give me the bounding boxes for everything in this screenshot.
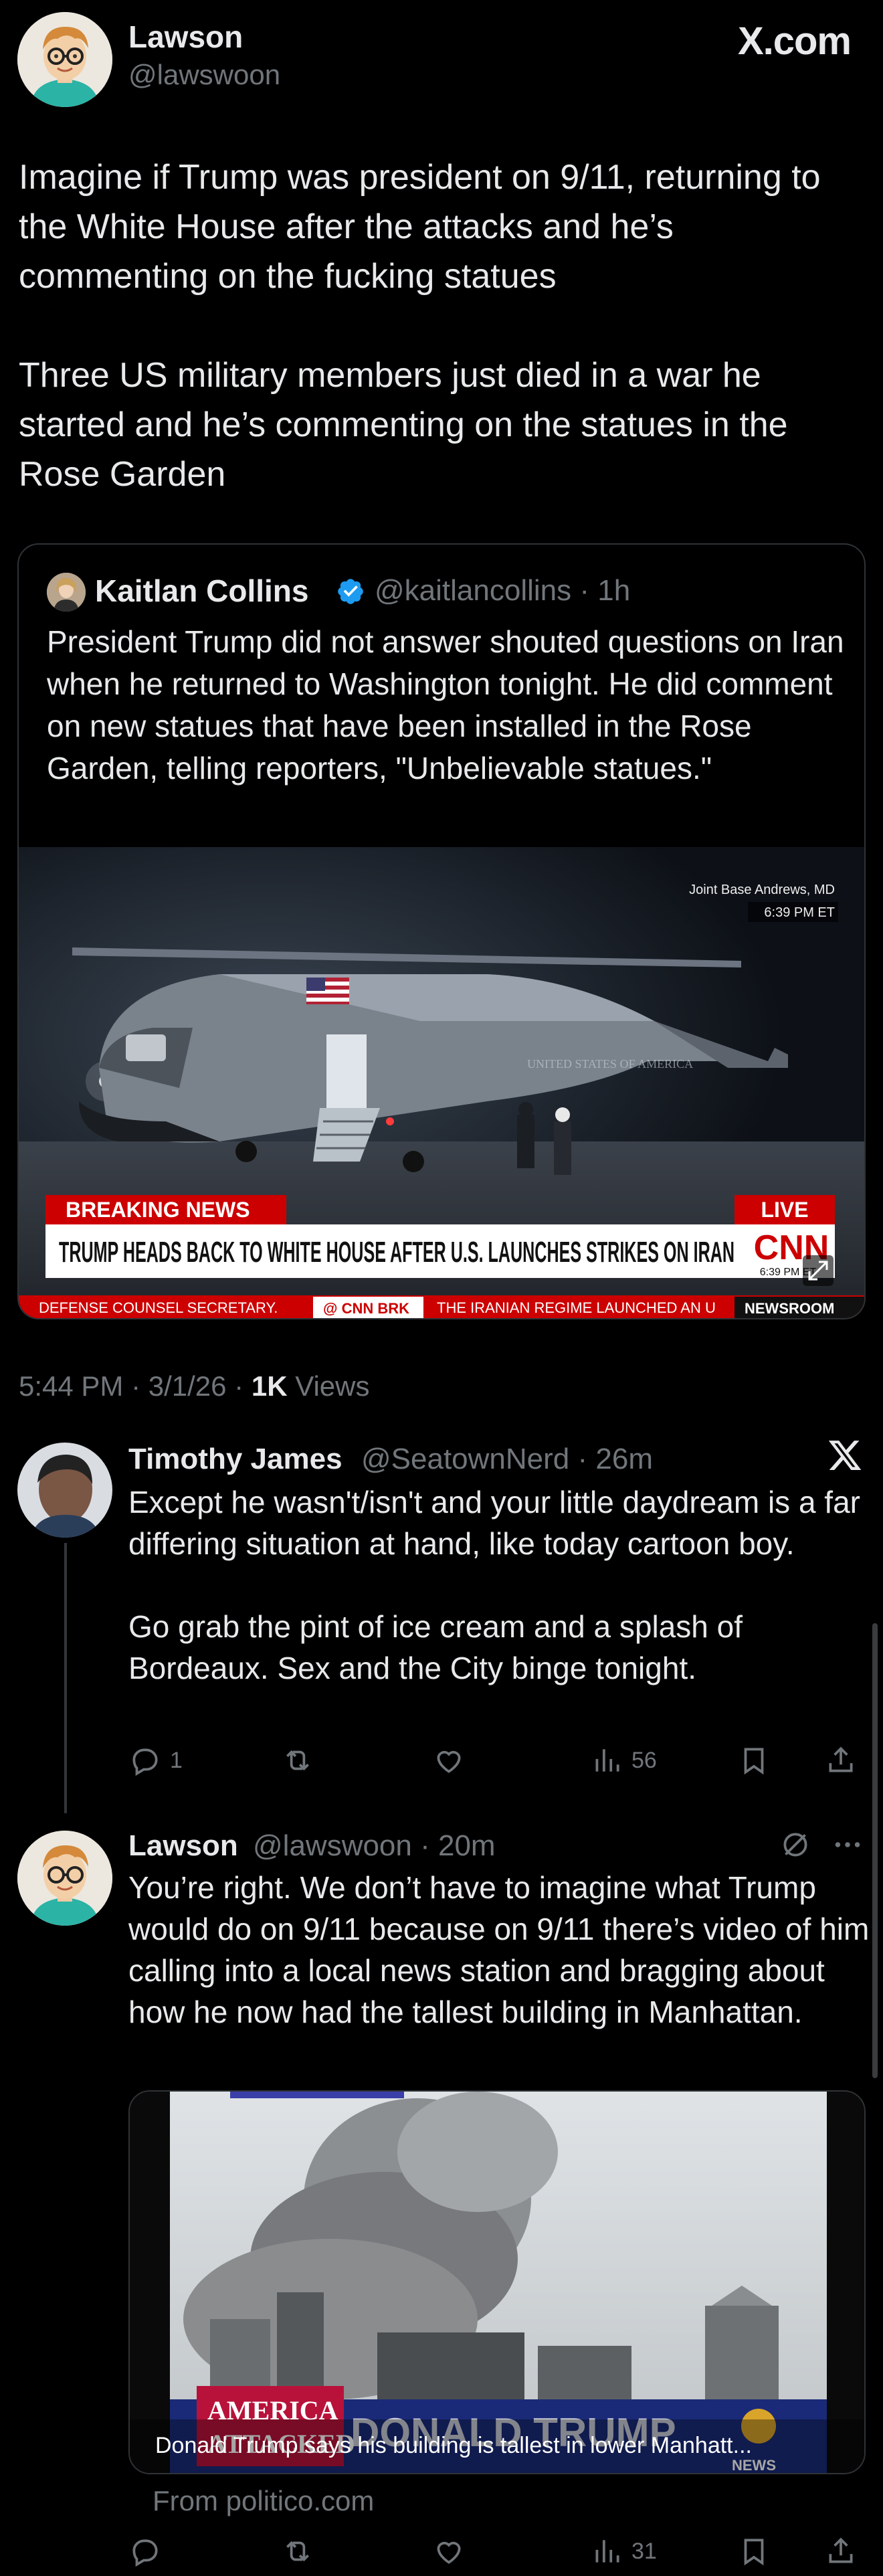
- media-caption: Donald Trump says his building is talles…: [155, 2433, 752, 2458]
- reply-paragraph: Except he wasn't/isn't and your little d…: [128, 1485, 860, 1561]
- views-label: Views: [287, 1370, 370, 1402]
- headline-text: TRUMP HEADS BACK TO WHITE HOUSE AFTER U.…: [59, 1236, 734, 1269]
- quote-avatar: [47, 573, 86, 612]
- bookmark-icon: [744, 1748, 764, 1775]
- quote-video[interactable]: UNITED STATES OF AMERICA Joint Base Andr…: [19, 847, 864, 1318]
- aircraft-lettering: UNITED STATES OF AMERICA: [527, 1057, 693, 1071]
- x-logo: X.com: [737, 19, 852, 63]
- x-logo-icon: [828, 1441, 862, 1470]
- ticker-newsroom: NEWSROOM: [745, 1300, 834, 1317]
- bookmark-button[interactable]: [737, 2535, 771, 2568]
- bookmark-button[interactable]: [737, 1744, 771, 1777]
- reply-avatar[interactable]: [17, 1831, 112, 1926]
- views-count: 1K: [251, 1370, 288, 1402]
- comment-icon: [132, 1748, 158, 1776]
- reply-meta: @SeatownNerd · 26m: [361, 1443, 653, 1475]
- reply-media-video[interactable]: AMERICA ATTACKED DONALD TRUMP NEWS Donal…: [128, 2090, 866, 2474]
- like-button[interactable]: [432, 1744, 466, 1777]
- share-button[interactable]: [824, 1744, 858, 1777]
- ticker-right-text: THE IRANIAN REGIME LAUNCHED AN U: [437, 1299, 716, 1316]
- heart-icon: [437, 2541, 461, 2564]
- live-label: LIVE: [761, 1198, 808, 1222]
- quote-author-name: Kaitlan Collins: [95, 573, 309, 608]
- reply-meta: @lawswoon · 20m: [253, 1829, 496, 1862]
- reply-button[interactable]: [128, 2535, 162, 2568]
- reply-text: You’re right. We don’t have to imagine w…: [128, 1870, 870, 2029]
- quote-text: President Trump did not answer shouted q…: [47, 624, 844, 786]
- reply-button[interactable]: 1: [128, 1744, 183, 1777]
- comment-icon: [132, 2539, 158, 2567]
- views-button[interactable]: 56: [590, 1744, 657, 1777]
- news-footage-image: AMERICA ATTACKED DONALD TRUMP NEWS Donal…: [130, 2092, 864, 2473]
- timestamp-text: 5:44 PM · 3/1/26 ·: [19, 1370, 252, 1402]
- reply-views-count: 56: [631, 1747, 657, 1773]
- scrollbar[interactable]: [872, 1623, 878, 2078]
- helicopter-scene-image: UNITED STATES OF AMERICA Joint Base Andr…: [19, 847, 864, 1318]
- location-label: Joint Base Andrews, MD: [689, 883, 835, 897]
- thread-line: [64, 1543, 67, 1813]
- ticker-left-text: DEFENSE COUNSEL SECRETARY.: [39, 1299, 278, 1316]
- repost-button[interactable]: [281, 2535, 314, 2568]
- reply-text: Except he wasn't/isn't and your little d…: [128, 1481, 871, 1730]
- author-name[interactable]: Lawson: [128, 19, 243, 55]
- quote-handle: @kaitlancollins: [375, 574, 572, 607]
- expand-icon[interactable]: [803, 1255, 833, 1286]
- source-link[interactable]: From politico.com: [153, 2485, 374, 2517]
- repost-button[interactable]: [281, 1744, 314, 1777]
- post-timestamp: 5:44 PM · 3/1/26 · 1K Views: [19, 1370, 370, 1402]
- reply-views-count: 31: [631, 2538, 657, 2564]
- grok-icon[interactable]: [779, 1828, 812, 1861]
- bookmark-icon: [744, 2539, 764, 2566]
- repost-icon: [286, 2541, 309, 2562]
- reply-actions: 31: [128, 2535, 864, 2575]
- reply-actions: 1 56: [128, 1744, 864, 1784]
- reply-handle: @SeatownNerd: [361, 1443, 570, 1475]
- reply-time: 20m: [437, 1829, 496, 1862]
- reply-time: 26m: [595, 1443, 653, 1475]
- reply-author-name[interactable]: Timothy James: [128, 1443, 342, 1476]
- views-icon: [595, 1749, 619, 1772]
- post-paragraph: Three US military members just died in a…: [19, 356, 788, 494]
- share-button[interactable]: [824, 2535, 858, 2568]
- breaking-news-label: BREAKING NEWS: [66, 1198, 250, 1222]
- heart-icon: [437, 1750, 461, 1773]
- share-icon: [829, 1746, 853, 1772]
- video-time-label: 6:39 PM ET: [764, 905, 835, 920]
- more-options-icon[interactable]: [829, 1828, 866, 1861]
- author-avatar[interactable]: [17, 12, 112, 107]
- views-icon: [595, 2540, 619, 2563]
- quoted-post[interactable]: Kaitlan Collins @kaitlancollins · 1h Pre…: [17, 543, 866, 1319]
- share-icon: [829, 2537, 853, 2563]
- views-button[interactable]: 31: [590, 2535, 657, 2568]
- post-paragraph: Imagine if Trump was president on 9/11, …: [19, 158, 821, 296]
- repost-icon: [286, 1750, 309, 1771]
- quote-meta: @kaitlancollins · 1h: [375, 574, 631, 607]
- verified-badge-icon: [338, 579, 363, 604]
- reply-avatar[interactable]: [17, 1443, 112, 1538]
- ticker-brand: @ CNN BRK: [323, 1300, 409, 1317]
- post-text: Imagine if Trump was president on 9/11, …: [19, 153, 868, 549]
- reply-handle: @lawswoon: [253, 1829, 412, 1862]
- quote-time: 1h: [597, 574, 631, 607]
- like-button[interactable]: [432, 2535, 466, 2568]
- reply-author-name[interactable]: Lawson: [128, 1829, 238, 1863]
- reply-paragraph: Go grab the pint of ice cream and a spla…: [128, 1609, 743, 1685]
- reply-count: 1: [170, 1747, 183, 1773]
- author-handle[interactable]: @lawswoon: [128, 59, 280, 91]
